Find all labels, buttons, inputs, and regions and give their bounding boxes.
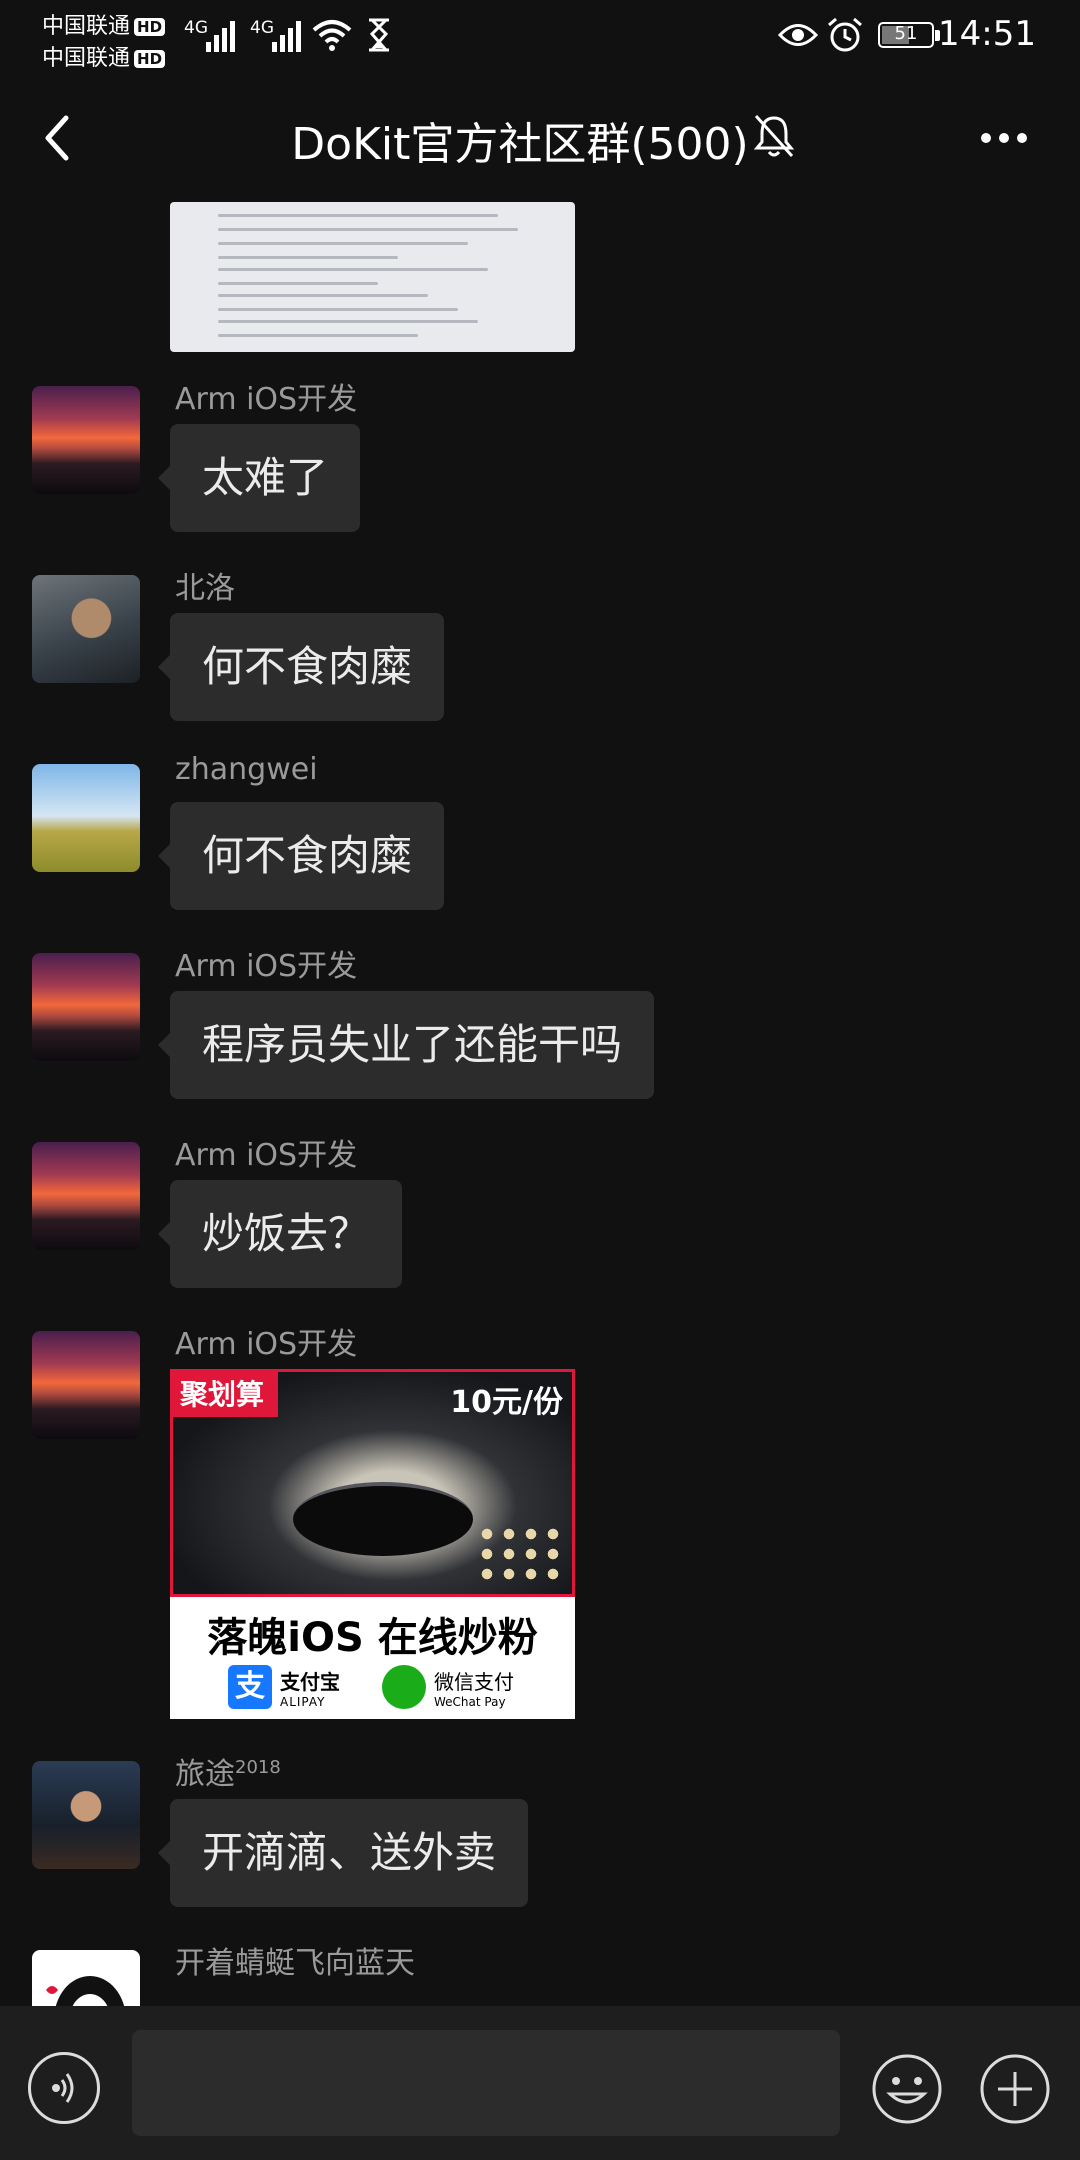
promo-tag: 聚划算 [170, 1369, 279, 1417]
image-message[interactable]: 聚划算 10元/份 落魄iOS 在线炒粉 支 支付宝 ALIPAY 微信支付 W… [170, 1369, 575, 1719]
plus-circle-icon[interactable] [978, 2052, 1052, 2126]
avatar[interactable] [32, 953, 140, 1061]
wifi-icon [312, 20, 352, 51]
sender-name: Arm iOS开发 [175, 949, 358, 984]
avatar[interactable] [32, 575, 140, 683]
message-bubble[interactable]: 太难了 [157, 424, 361, 532]
voice-button[interactable] [28, 2052, 100, 2124]
wok-shape [293, 1482, 473, 1556]
mask-face-icon [46, 1976, 125, 2006]
sender-name: 旅途2018 [175, 1757, 281, 1792]
carrier-label-1: 中国联通 HD [42, 8, 166, 40]
sender-name: Arm iOS开发 [175, 382, 358, 417]
sender-name: zhangwei [175, 752, 318, 787]
sender-name: 北洛 [175, 571, 235, 606]
sender-name: Arm iOS开发 [175, 1138, 358, 1173]
carrier-label-2: 中国联通 HD [42, 40, 166, 72]
avatar[interactable] [32, 386, 140, 494]
voice-icon [52, 2073, 74, 2103]
alipay-text: 支付宝 ALIPAY [280, 1666, 340, 1709]
avatar[interactable] [32, 1950, 140, 2006]
clock: 14:51 [938, 14, 1036, 54]
more-horizontal-icon[interactable] [978, 120, 1030, 156]
message-bubble[interactable]: 程序员失业了还能干吗 [157, 991, 655, 1099]
message-bubble[interactable]: 炒饭去？ [157, 1180, 403, 1288]
message-input[interactable] [132, 2030, 840, 2136]
image-message-partial[interactable] [170, 202, 575, 352]
message-bubble[interactable]: 何不食肉糜 [157, 802, 445, 910]
network-type-1: 4G [184, 18, 208, 38]
sender-name-sup: 2018 [235, 1757, 281, 1778]
hd-badge: HD [134, 18, 166, 36]
message-list[interactable]: Arm iOS开发 太难了 北洛 何不食肉糜 zhangwei 何不食肉糜 Ar… [0, 196, 1080, 2006]
chat-header: DoKit官方社区群(500) [0, 90, 1080, 186]
hd-badge: HD [134, 50, 166, 68]
network-type-2: 4G [250, 18, 274, 38]
signal-bars-1-icon [206, 14, 235, 52]
avatar[interactable] [32, 1761, 140, 1869]
message-bubble[interactable]: 何不食肉糜 [157, 613, 445, 721]
input-bar [0, 2006, 1080, 2160]
avatar[interactable] [32, 1142, 140, 1250]
alarm-icon [828, 17, 862, 52]
payment-logos: 支 支付宝 ALIPAY 微信支付 WeChat Pay [228, 1665, 514, 1709]
sender-name: 开着蜻蜓飞向蓝天 [175, 1946, 415, 1981]
wechat-pay-icon [382, 1665, 426, 1709]
battery-icon: 51 [878, 22, 934, 48]
alipay-label: 支付宝 [280, 1669, 340, 1694]
alipay-icon: 支 [228, 1665, 272, 1709]
ad-caption: 落魄iOS 在线炒粉 [207, 1615, 538, 1661]
wechat-text: 微信支付 WeChat Pay [434, 1666, 514, 1709]
eggs-shape [476, 1524, 566, 1586]
wechat-sub: WeChat Pay [434, 1694, 506, 1709]
price-label: 10元/份 [450, 1385, 563, 1420]
battery-level: 51 [894, 23, 918, 44]
status-bar: 中国联通 HD 中国联通 HD 4G 4G 51 14:51 [0, 0, 1080, 76]
eye-icon [778, 24, 818, 46]
smile-icon[interactable] [870, 2052, 944, 2126]
alipay-sub: ALIPAY [280, 1694, 326, 1709]
signal-bars-2-icon [272, 14, 301, 52]
avatar[interactable] [32, 764, 140, 872]
page-title: DoKit官方社区群(500) [291, 119, 749, 170]
message-bubble[interactable]: 开滴滴、送外卖 [157, 1799, 529, 1907]
hourglass-icon [369, 18, 389, 52]
bell-off-icon [753, 114, 795, 158]
wechat-label: 微信支付 [434, 1669, 514, 1694]
avatar[interactable] [32, 1331, 140, 1439]
sender-name: Arm iOS开发 [175, 1327, 358, 1362]
